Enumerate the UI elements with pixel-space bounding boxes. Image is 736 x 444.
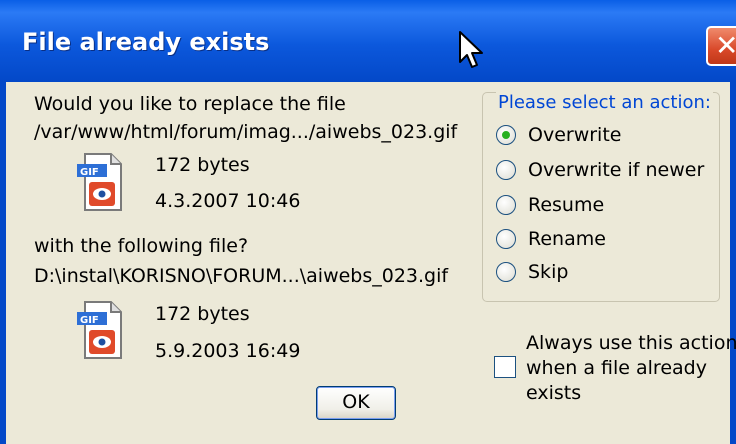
mouse-cursor-icon	[459, 31, 483, 68]
action-group-label: Please select an action:	[496, 92, 713, 113]
radio-overwrite-label[interactable]: Overwrite	[528, 124, 621, 146]
window-border-right	[730, 82, 736, 444]
radio-overwrite[interactable]	[496, 125, 516, 145]
close-button[interactable]: ✕	[706, 26, 736, 66]
radio-overwrite-if-newer[interactable]	[496, 160, 516, 180]
gif-file-icon: GIF	[77, 301, 122, 359]
new-file-size: 172 bytes	[155, 303, 250, 325]
replace-question: Would you like to replace the file	[34, 93, 346, 115]
with-following-text: with the following file?	[34, 235, 249, 257]
new-file-path: D:\instal\KORISNO\FORUM...\aiwebs_023.gi…	[34, 265, 449, 287]
window-border-left	[0, 82, 6, 444]
always-use-label-line1[interactable]: Always use this action	[526, 332, 736, 354]
new-file-date: 5.9.2003 16:49	[155, 340, 301, 362]
radio-skip[interactable]	[496, 262, 516, 282]
radio-skip-label[interactable]: Skip	[528, 261, 568, 283]
gif-file-icon: GIF	[77, 153, 122, 211]
radio-resume-label[interactable]: Resume	[528, 194, 604, 216]
radio-resume[interactable]	[496, 195, 516, 215]
file-exists-dialog: File already exists ✕ Would you like to …	[0, 0, 736, 444]
radio-rename[interactable]	[496, 229, 516, 249]
radio-rename-label[interactable]: Rename	[528, 228, 606, 250]
ok-button[interactable]: OK	[316, 386, 396, 420]
existing-file-date: 4.3.2007 10:46	[155, 190, 301, 212]
radio-overwrite-if-newer-label[interactable]: Overwrite if newer	[528, 159, 704, 181]
always-use-checkbox[interactable]	[494, 356, 516, 378]
close-icon: ✕	[715, 29, 736, 62]
always-use-label-line2[interactable]: when a file already	[526, 357, 707, 379]
title-bar[interactable]: File already exists ✕	[0, 0, 736, 82]
svg-text:GIF: GIF	[80, 167, 99, 178]
always-use-label-line3[interactable]: exists	[526, 382, 581, 404]
svg-text:GIF: GIF	[80, 315, 99, 326]
window-title: File already exists	[22, 28, 270, 56]
existing-file-size: 172 bytes	[155, 154, 250, 176]
existing-file-path: /var/www/html/forum/imag.../aiwebs_023.g…	[34, 121, 458, 143]
